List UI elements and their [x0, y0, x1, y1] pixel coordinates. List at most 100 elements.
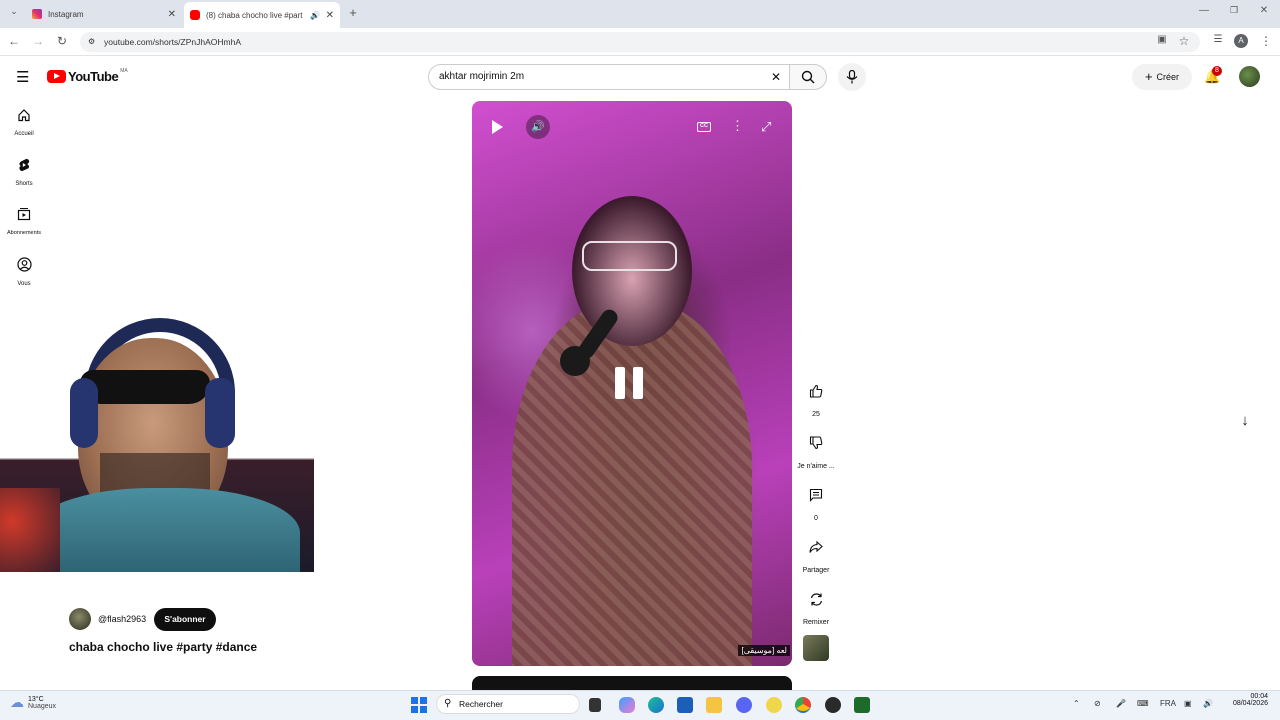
tab-instagram[interactable]: Instagram ✕	[26, 4, 182, 24]
obs-icon[interactable]	[825, 697, 841, 713]
comments-button[interactable]: 0	[800, 480, 832, 522]
watch	[560, 346, 590, 376]
youtube-play-logo-icon	[47, 70, 66, 83]
singer-glasses	[582, 241, 677, 271]
remix-button[interactable]: Remixer	[800, 584, 832, 626]
more-options-icon[interactable]: ⋮	[731, 118, 744, 134]
mic-tray-icon[interactable]: 🎤	[1116, 699, 1126, 708]
comment-icon	[801, 480, 831, 510]
weather-desc: Nuageux	[28, 702, 57, 710]
new-tab-button[interactable]: +	[345, 5, 361, 20]
pause-icon[interactable]	[613, 365, 645, 401]
sound-thumbnail[interactable]	[803, 635, 829, 661]
streamer-jacket	[30, 488, 300, 572]
sidebar-item-shorts[interactable]: Shorts	[0, 158, 48, 187]
like-count: 25	[812, 411, 820, 418]
discord-icon[interactable]	[736, 697, 752, 713]
minimize-button[interactable]: —	[1196, 5, 1212, 16]
create-button[interactable]: + Créer	[1132, 64, 1192, 90]
edge-icon[interactable]	[648, 697, 664, 713]
voice-search-button[interactable]	[838, 63, 866, 91]
hamburger-menu-icon[interactable]: ☰	[16, 68, 29, 86]
search-icon	[801, 70, 815, 84]
restore-button[interactable]: ❐	[1226, 5, 1242, 16]
keyboard-icon[interactable]: ⌨	[1137, 699, 1149, 708]
captions-icon[interactable]: CC	[697, 122, 711, 132]
sidebar-label: Shorts	[15, 181, 33, 187]
account-icon	[16, 257, 32, 272]
remix-label: Remixer	[802, 619, 830, 626]
account-avatar[interactable]	[1239, 66, 1260, 87]
close-tab-icon[interactable]: ✕	[168, 9, 176, 20]
back-icon[interactable]: ←	[6, 34, 22, 48]
weather-widget[interactable]: ☁ 13°C Nuageux	[10, 694, 56, 711]
channel-avatar[interactable]	[69, 608, 91, 630]
youtube-logo-text: YouTube	[68, 69, 119, 84]
speaker-icon[interactable]: 🔊	[310, 11, 320, 20]
sidebar-label: Accueil	[14, 131, 34, 137]
thumbs-up-icon	[801, 376, 831, 406]
checklist-app-icon[interactable]	[766, 697, 782, 713]
volume-tray-icon[interactable]: 🔊	[1203, 699, 1213, 708]
clock[interactable]: 00:04 08/04/2026	[1226, 693, 1268, 707]
copilot-icon[interactable]	[619, 697, 635, 713]
tab-search-icon[interactable]: ⌄	[6, 6, 22, 17]
sidebar-item-subscriptions[interactable]: Abonnements	[0, 207, 48, 236]
close-tab-icon[interactable]: ✕	[326, 10, 334, 21]
reload-icon[interactable]: ↻	[54, 34, 70, 48]
next-video-arrow-icon[interactable]: ↓	[1232, 408, 1258, 434]
search-icon: ⚲	[444, 698, 452, 709]
notifications-button[interactable]: 🔔 8	[1204, 66, 1222, 84]
subscriptions-icon	[17, 208, 31, 221]
cloud-icon: ☁	[10, 694, 24, 710]
taskbar-search-placeholder: Rechercher	[459, 699, 503, 709]
tab-youtube[interactable]: (8) chaba chocho live #part 🔊 ✕	[184, 2, 340, 28]
search-input-value: akhtar mojrimin 2m	[439, 71, 525, 82]
task-view-icon[interactable]	[589, 698, 601, 712]
fullscreen-icon[interactable]: ⤢	[761, 119, 771, 135]
sidebar-item-you[interactable]: Vous	[0, 257, 48, 287]
display-icon[interactable]: ▣	[1184, 699, 1192, 708]
language-indicator[interactable]: FRA	[1160, 699, 1176, 708]
shorts-video-player[interactable]: 🔊 CC ⋮ ⤢ لعه [موسيقى]	[472, 101, 792, 666]
channel-handle[interactable]: @flash2963	[98, 614, 146, 624]
network-icon[interactable]: ⊘	[1094, 699, 1101, 708]
clock-date: 08/04/2026	[1232, 700, 1268, 707]
site-info-icon[interactable]: ⚙	[88, 32, 95, 52]
tray-overflow-icon[interactable]: ⌃	[1073, 699, 1080, 708]
video-overlay-caption: لعه [موسيقى]	[738, 645, 790, 656]
share-button[interactable]: Partager	[800, 532, 832, 574]
bookmark-star-icon[interactable]: ☆	[1176, 34, 1192, 48]
subscribe-button[interactable]: S'abonner	[154, 608, 216, 631]
windows-start-icon[interactable]	[411, 697, 427, 713]
share-label: Partager	[802, 567, 830, 574]
webcam-overlay	[0, 318, 314, 572]
sidebar-item-home[interactable]: Accueil	[0, 108, 48, 137]
play-icon[interactable]	[492, 120, 503, 134]
taskbar-search[interactable]: ⚲ Rechercher	[436, 694, 580, 714]
terminal-app-icon[interactable]	[854, 697, 870, 713]
thumbs-down-icon	[801, 428, 831, 458]
youtube-icon	[190, 10, 200, 20]
next-short-preview[interactable]	[472, 676, 792, 690]
search-button[interactable]	[789, 64, 827, 90]
browser-menu-icon[interactable]: ⋮	[1258, 34, 1274, 48]
like-button[interactable]: 25	[800, 376, 832, 418]
forward-icon[interactable]: →	[30, 34, 46, 48]
search-input[interactable]: akhtar mojrimin 2m ✕	[428, 64, 790, 90]
chrome-icon[interactable]	[795, 697, 811, 713]
dislike-button[interactable]: Je n'aime ...	[796, 428, 836, 470]
file-explorer-icon[interactable]	[706, 697, 722, 713]
youtube-logo[interactable]: YouTube MA	[47, 68, 128, 84]
clear-search-icon[interactable]: ✕	[771, 65, 781, 89]
reading-list-icon[interactable]: ☰	[1210, 34, 1226, 45]
volume-icon[interactable]: 🔊	[526, 115, 550, 139]
close-window-button[interactable]: ✕	[1256, 5, 1272, 16]
create-label: Créer	[1156, 72, 1180, 82]
profile-avatar[interactable]: A	[1234, 34, 1248, 48]
store-icon[interactable]	[677, 697, 693, 713]
url-bar[interactable]: ⚙ youtube.com/shorts/ZPnJhAOHmhA	[80, 32, 1200, 52]
short-title[interactable]: chaba chocho live #party #dance	[69, 640, 257, 654]
install-icon[interactable]: ▣	[1154, 34, 1170, 45]
home-icon	[18, 109, 30, 122]
